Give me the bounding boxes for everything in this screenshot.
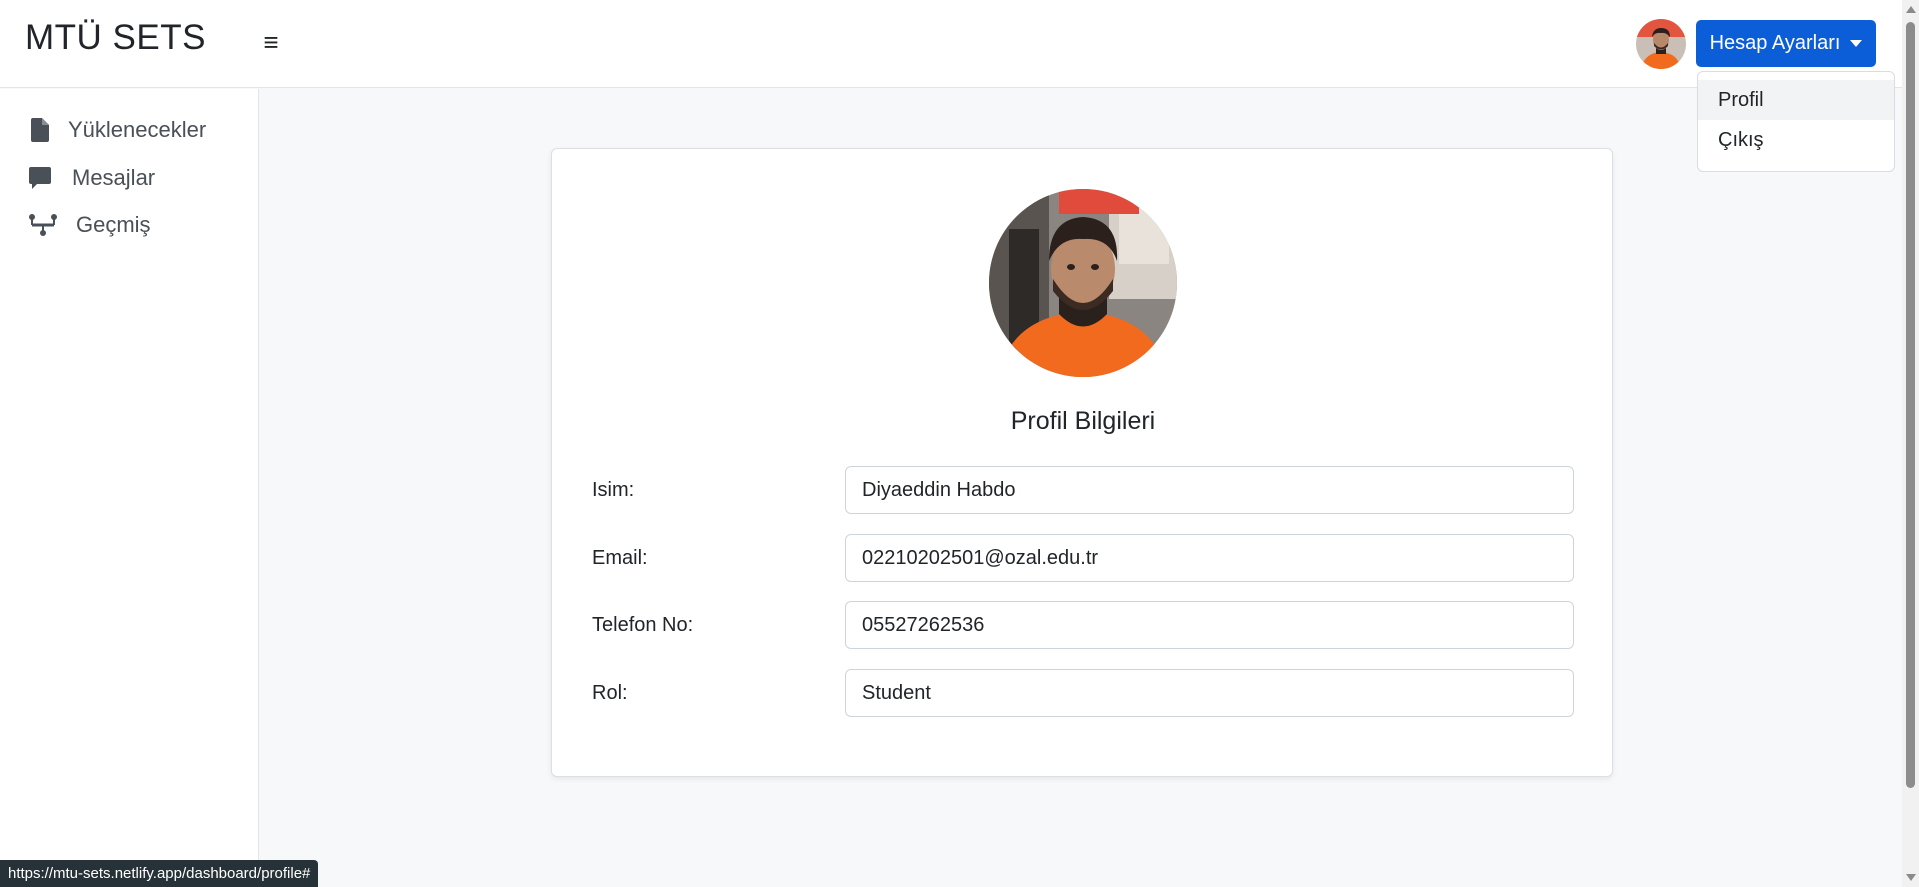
brand-title[interactable]: MTÜ SETS bbox=[25, 18, 206, 58]
hamburger-icon[interactable]: ≡ bbox=[258, 27, 284, 57]
name-field[interactable]: Diyaeddin Habdo bbox=[845, 466, 1574, 514]
account-dropdown-menu: Profil Çıkış bbox=[1697, 71, 1895, 172]
account-settings-button[interactable]: Hesap Ayarları bbox=[1696, 20, 1876, 67]
sidebar: Yüklenecekler Mesajlar Geçmiş bbox=[0, 89, 259, 887]
profile-card: Profil Bilgileri Isim: Diyaeddin Habdo E… bbox=[551, 148, 1613, 777]
caret-down-icon bbox=[1850, 40, 1863, 47]
email-label: Email: bbox=[592, 547, 648, 569]
history-icon bbox=[28, 211, 58, 239]
sidebar-item-label: Yüklenecekler bbox=[68, 117, 207, 142]
sidebar-item-history[interactable]: Geçmiş bbox=[28, 207, 151, 243]
field-row-email: Email: 02210202501@ozal.edu.tr bbox=[592, 534, 1574, 582]
profile-photo bbox=[989, 189, 1177, 377]
phone-label: Telefon No: bbox=[592, 614, 694, 636]
scroll-down-arrow-icon[interactable] bbox=[1906, 874, 1916, 881]
email-field[interactable]: 02210202501@ozal.edu.tr bbox=[845, 534, 1574, 582]
profile-title: Profil Bilgileri bbox=[1010, 407, 1156, 435]
user-avatar[interactable] bbox=[1636, 19, 1686, 69]
page-scrollbar[interactable] bbox=[1902, 0, 1919, 887]
field-row-phone: Telefon No: 05527262536 bbox=[592, 601, 1574, 649]
phone-field[interactable]: 05527262536 bbox=[845, 601, 1574, 649]
scroll-thumb[interactable] bbox=[1906, 22, 1915, 788]
sidebar-item-messages[interactable]: Mesajlar bbox=[28, 160, 155, 196]
field-row-role: Rol: Student bbox=[592, 669, 1574, 717]
menu-item-profile[interactable]: Profil bbox=[1698, 80, 1894, 120]
sidebar-item-label: Geçmiş bbox=[76, 212, 151, 237]
file-icon bbox=[28, 116, 52, 144]
role-field[interactable]: Student bbox=[845, 669, 1574, 717]
top-navbar: MTÜ SETS ≡ Hesap Ayarları bbox=[0, 0, 1902, 88]
account-settings-label: Hesap Ayarları bbox=[1709, 32, 1841, 54]
role-label: Rol: bbox=[592, 682, 628, 704]
sidebar-item-label: Mesajlar bbox=[72, 165, 156, 190]
scroll-up-arrow-icon[interactable] bbox=[1906, 6, 1916, 13]
menu-item-logout[interactable]: Çıkış bbox=[1698, 120, 1894, 160]
sidebar-item-uploads[interactable]: Yüklenecekler bbox=[28, 112, 206, 148]
field-row-name: Isim: Diyaeddin Habdo bbox=[592, 466, 1574, 514]
name-label: Isim: bbox=[592, 479, 635, 501]
link-preview-status: https://mtu-sets.netlify.app/dashboard/p… bbox=[0, 860, 319, 887]
message-icon bbox=[28, 164, 52, 192]
